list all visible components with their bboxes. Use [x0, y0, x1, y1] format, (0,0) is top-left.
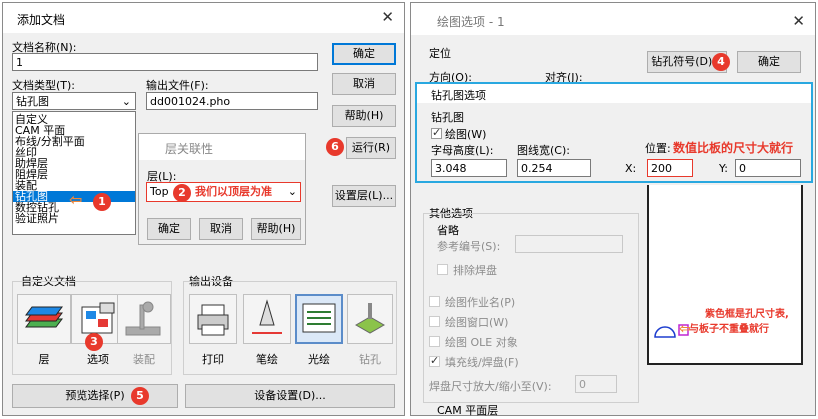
- chevron-down-icon: ⌄: [287, 185, 297, 198]
- pen-plot-button[interactable]: [243, 294, 291, 344]
- draw-checkbox-label: 绘图(W): [445, 128, 487, 141]
- preview-note-1: 紫色框是孔尺寸表,: [705, 309, 789, 320]
- step-badge-2: 2: [173, 184, 191, 202]
- printer-icon: [197, 304, 229, 336]
- position-note: 数值比板的尺寸大就行: [673, 141, 794, 155]
- print-button[interactable]: [189, 294, 237, 344]
- doc-type-list[interactable]: 自定义 CAM 平面 布线/分割平面 丝印 助焊层 阻焊层 装配 钻孔图 数控钻…: [12, 111, 136, 235]
- photo-plot-label: 光绘: [308, 353, 330, 366]
- step-badge-3: 3: [85, 333, 103, 351]
- title-bar: 绘图选项 - 1 ✕: [411, 3, 815, 35]
- layer-association-dialog: 层关联性 层(L): Top 我们以顶层为准 ⌄ 2 确定 取消 帮助(H): [138, 133, 306, 245]
- layer-annotation: 我们以顶层为准: [195, 185, 272, 198]
- drill-options-panel: 钻孔图选项 钻孔图 绘图(W) 字母高度(L): 3.048 图线宽(C): 0…: [415, 82, 813, 183]
- preview-button[interactable]: 预览选择(P): [12, 384, 178, 408]
- drawing-options-dialog: 绘图选项 - 1 ✕ 定位 方向(O): 对齐(J): 钻孔符号(D)... 4…: [410, 2, 816, 417]
- close-icon[interactable]: ✕: [792, 12, 805, 30]
- plot-job-checkbox[interactable]: [429, 296, 440, 307]
- print-label: 打印: [202, 353, 224, 366]
- char-height-input[interactable]: 3.048: [431, 159, 507, 177]
- line-width-label: 图线宽(C):: [517, 144, 570, 157]
- layers-button[interactable]: [17, 294, 71, 344]
- step-badge-4: 4: [712, 53, 730, 71]
- fill-pad-checkbox[interactable]: [429, 354, 440, 367]
- char-height-label: 字母高度(L):: [431, 144, 494, 157]
- layer-cancel-button[interactable]: 取消: [199, 218, 243, 240]
- drill-icon: [354, 303, 386, 334]
- doc-type-select[interactable]: 钻孔图 ⌄: [12, 92, 136, 110]
- step-badge-5: 5: [131, 387, 149, 405]
- drill-label: 钻孔: [359, 353, 381, 366]
- y-label: Y:: [719, 162, 728, 175]
- photo-plotter-icon: [302, 303, 336, 333]
- pad-scale-input: 0: [575, 375, 617, 393]
- line-width-input[interactable]: 0.254: [517, 159, 591, 177]
- plot-window-label: 绘图窗口(W): [445, 316, 509, 329]
- step-badge-1: 1: [93, 193, 111, 211]
- dialog-title: 添加文档: [17, 13, 66, 27]
- layers-label: 层: [38, 353, 50, 366]
- close-icon[interactable]: ✕: [381, 8, 394, 26]
- arrow-left-icon: ⇦: [69, 190, 83, 209]
- output-file-input[interactable]: dd001024.pho: [146, 92, 318, 110]
- layer-dialog-title: 层关联性: [165, 142, 214, 156]
- arrow-left-icon: ⇦: [679, 321, 691, 337]
- x-input[interactable]: 200: [647, 159, 693, 177]
- cancel-button[interactable]: 取消: [332, 73, 396, 95]
- plot-ole-label: 绘图 OLE 对象: [445, 336, 518, 349]
- drill-map-label: 钻孔图: [431, 111, 464, 124]
- list-item[interactable]: 验证照片: [13, 213, 135, 224]
- ref-label: 参考编号(S):: [437, 240, 501, 253]
- plot-ole-checkbox[interactable]: [429, 336, 440, 347]
- doc-name-input[interactable]: 1: [12, 53, 318, 71]
- plot-window-checkbox[interactable]: [429, 316, 440, 327]
- plot-job-label: 绘图作业名(P): [445, 296, 516, 309]
- cam-plane-label: CAM 平面层: [437, 404, 499, 417]
- device-settings-button[interactable]: 设备设置(D)...: [185, 384, 395, 408]
- layer-ok-button[interactable]: 确定: [147, 218, 191, 240]
- pen-plot-label: 笔绘: [256, 353, 278, 366]
- assembly-icon: [125, 301, 161, 336]
- add-document-dialog: 添加文档 ✕ 文档名称(N): 1 文档类型(T): 钻孔图 ⌄ 输出文件(F)…: [2, 2, 405, 416]
- photo-plot-button[interactable]: [295, 294, 343, 344]
- chevron-down-icon: ⌄: [121, 95, 131, 108]
- draw-checkbox[interactable]: [431, 126, 442, 139]
- y-input[interactable]: 0: [735, 159, 801, 177]
- run-button[interactable]: 运行(R): [346, 137, 396, 159]
- position-label: 定位: [429, 47, 451, 60]
- layer-settings-button[interactable]: 设置层(L)...: [332, 185, 396, 207]
- output-file-label: 输出文件(F):: [146, 79, 209, 92]
- title-bar: 添加文档 ✕: [3, 3, 404, 33]
- exclude-pad-checkbox[interactable]: [437, 264, 448, 275]
- drill-button[interactable]: [347, 294, 393, 344]
- hole-table-icon: [654, 324, 689, 338]
- step-badge-6: 6: [326, 138, 344, 156]
- layer-select[interactable]: Top 我们以顶层为准 ⌄: [146, 182, 301, 202]
- drill-options-title: 钻孔图选项: [431, 89, 486, 102]
- assembly-label: 装配: [133, 353, 155, 366]
- ok-button[interactable]: 确定: [332, 43, 396, 65]
- pad-scale-label: 焊盘尺寸放大/缩小至(V):: [429, 380, 552, 393]
- exclude-pad-label: 排除焊盘: [453, 264, 497, 277]
- doc-type-label: 文档类型(T):: [12, 79, 76, 92]
- assembly-button[interactable]: [117, 294, 171, 344]
- preview-area: 紫色框是孔尺寸表, 与板子不重叠就行 ⇦: [647, 185, 803, 365]
- layers-icon: [25, 306, 63, 328]
- pen-plotter-icon: [252, 299, 282, 334]
- layer-help-button[interactable]: 帮助(H): [251, 218, 301, 240]
- position-coord-label: 位置:: [645, 142, 671, 155]
- ok-button[interactable]: 确定: [737, 51, 801, 73]
- fill-pad-label: 填充线/焊盘(F): [445, 356, 519, 369]
- x-label: X:: [625, 162, 637, 175]
- ref-input: [515, 235, 623, 253]
- help-button[interactable]: 帮助(H): [332, 105, 396, 127]
- dialog-title: 绘图选项 - 1: [437, 15, 505, 29]
- omit-label: 省略: [437, 224, 459, 237]
